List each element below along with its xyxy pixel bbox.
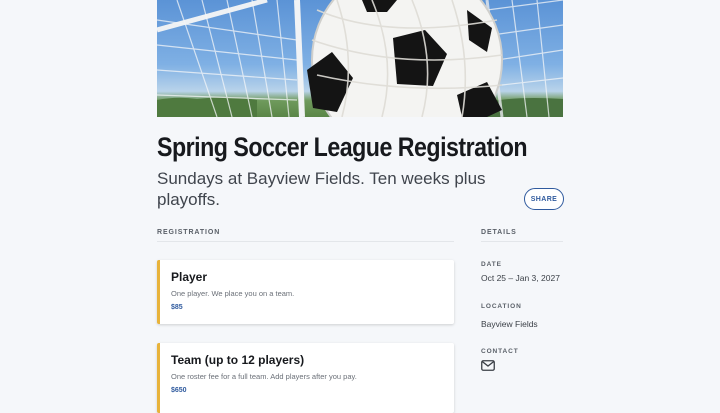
registration-heading: REGISTRATION bbox=[157, 229, 221, 236]
hero-image bbox=[157, 0, 563, 117]
registration-option-player[interactable]: Player One player. We place you on a tea… bbox=[157, 260, 454, 324]
location-value: Bayview Fields bbox=[481, 319, 538, 329]
event-subtitle: Sundays at Bayview Fields. Ten weeks plu… bbox=[157, 169, 486, 209]
soccer-ball-in-net-image bbox=[157, 0, 563, 117]
date-label: DATE bbox=[481, 261, 502, 268]
details-divider bbox=[481, 241, 563, 242]
option-price: $85 bbox=[171, 304, 183, 311]
option-title: Team (up to 12 players) bbox=[171, 353, 305, 367]
option-title: Player bbox=[171, 270, 208, 284]
share-button[interactable]: SHARE bbox=[524, 188, 564, 210]
date-value: Oct 25 – Jan 3, 2027 bbox=[481, 273, 560, 283]
option-description: One roster fee for a full team. Add play… bbox=[171, 372, 357, 381]
option-price: $650 bbox=[171, 387, 187, 394]
page-title: Spring Soccer League Registration bbox=[157, 132, 528, 162]
mail-icon[interactable] bbox=[481, 360, 495, 371]
registration-divider bbox=[157, 241, 454, 242]
registration-option-team[interactable]: Team (up to 12 players) One roster fee f… bbox=[157, 343, 454, 413]
details-heading: DETAILS bbox=[481, 229, 517, 236]
option-description: One player. We place you on a team. bbox=[171, 289, 295, 298]
contact-label: CONTACT bbox=[481, 348, 519, 355]
location-label: LOCATION bbox=[481, 303, 522, 310]
